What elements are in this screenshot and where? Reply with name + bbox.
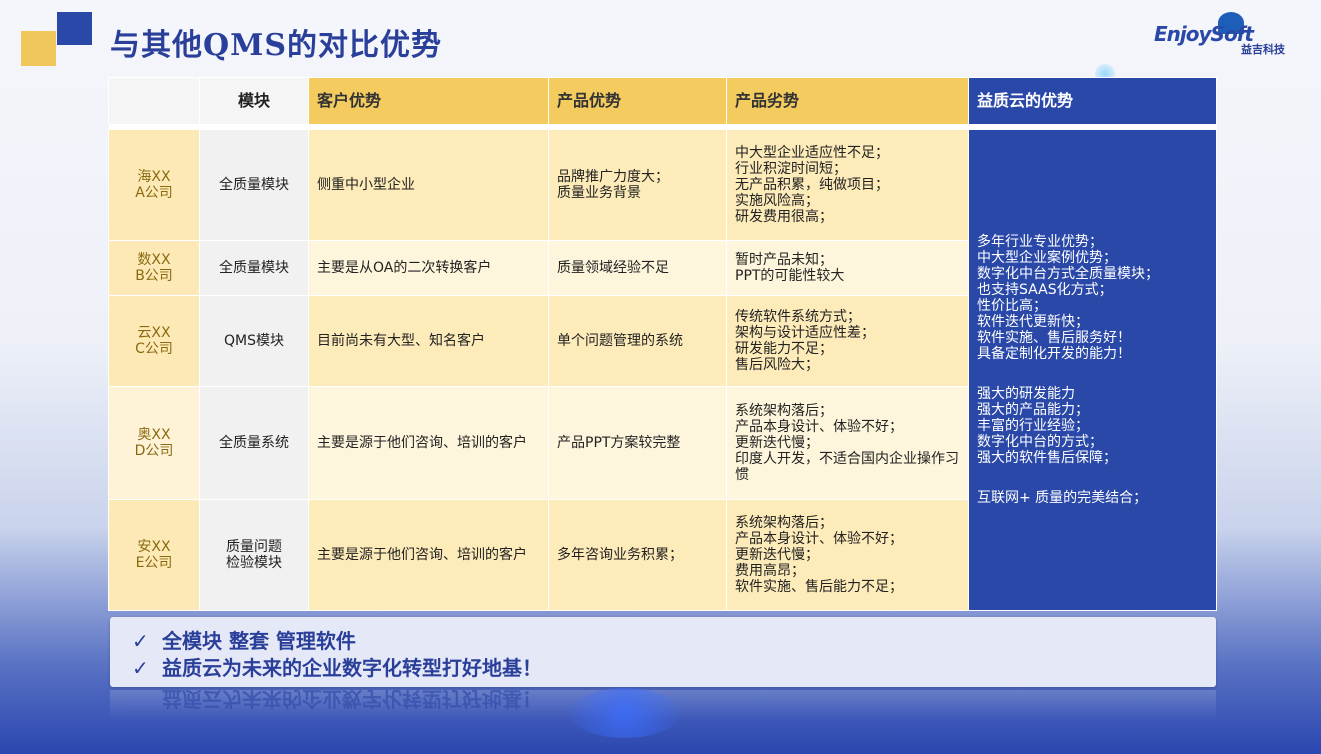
product-advantage-cell: 产品PPT方案较完整 (548, 386, 727, 500)
advantage-item: 软件实施、售后服务好！ (977, 330, 1131, 346)
product-disadvantage-cell: 系统架构落后； 产品本身设计、体验不好； 更新迭代慢； 费用高昂； 软件实施、售后能力不… (726, 499, 969, 611)
summary-item: ✓ 益质云为未来的企业数字化转型打好地基！ (132, 652, 542, 681)
advantage-item: 也支持SAAS化方式； (977, 282, 1113, 298)
comparison-table: 模块 客户优势 产品优势 产品劣势 益质云的优势 海XX A公司 全质量模块 侧重… (108, 77, 1217, 611)
header-product-advantage: 产品优势 (548, 77, 727, 125)
decorative-glow-blob (570, 688, 680, 738)
product-advantage-cell: 单个问题管理的系统 (548, 295, 727, 387)
our-advantage-cell: 多年行业专业优势； 中大型企业案例优势； 数字化中台方式全质量模块； 也支持SA… (968, 129, 1217, 611)
advantage-item: 多年行业专业优势； (977, 234, 1103, 250)
table-row: 海XX A公司 全质量模块 侧重中小型企业 品牌推广力度大； 质量业务背景 中大型企… (108, 129, 1217, 611)
decorative-blue-square (57, 12, 92, 45)
header-customer-advantage: 客户优势 (308, 77, 549, 125)
product-disadvantage-cell: 暂时产品未知； PPT的可能性较大 (726, 240, 969, 296)
company-cell: 奥XX D公司 (108, 386, 200, 500)
advantage-item: 软件迭代更新快； (977, 314, 1089, 330)
company-cell: 安XX E公司 (108, 499, 200, 611)
logo-brand: EnjoySoft (1154, 22, 1254, 46)
product-disadvantage-cell: 传统软件系统方式； 架构与设计适应性差； 研发能力不足； 售后风险大； (726, 295, 969, 387)
advantage-item: 具备定制化开发的能力！ (977, 346, 1131, 362)
customer-cell: 主要是源于他们咨询、培训的客户 (308, 499, 549, 611)
module-cell: 全质量模块 (199, 129, 309, 241)
customer-cell: 主要是源于他们咨询、培训的客户 (308, 386, 549, 500)
product-disadvantage-cell: 中大型企业适应性不足； 行业积淀时间短； 无产品积累，纯做项目； 实施风险高； 研发费用… (726, 129, 969, 241)
header-our-advantage: 益质云的优势 (968, 77, 1217, 125)
company-cell: 云XX C公司 (108, 295, 200, 387)
header-product-disadvantage: 产品劣势 (726, 77, 969, 125)
advantage-item: 性价比高； (977, 298, 1047, 314)
logo-subtitle: 益吉科技 (1241, 43, 1285, 56)
summary-line-2: 益质云为未来的企业数字化转型打好地基！ (162, 656, 542, 680)
customer-cell: 侧重中小型企业 (308, 129, 549, 241)
company-logo: EnjoySoft 益吉科技 (1154, 10, 1289, 58)
product-advantage-cell: 品牌推广力度大； 质量业务背景 (548, 129, 727, 241)
module-cell: 全质量系统 (199, 386, 309, 500)
summary-item: ✓ 全模块 整套 管理软件 (132, 625, 356, 654)
advantage-item: 强大的软件售后保障； (977, 450, 1117, 466)
product-advantage-cell: 多年咨询业务积累； (548, 499, 727, 611)
summary-box: ✓ 全模块 整套 管理软件 ✓ 益质云为未来的企业数字化转型打好地基！ (110, 617, 1216, 687)
product-advantage-cell: 质量领域经验不足 (548, 240, 727, 296)
company-cell: 数XX B公司 (108, 240, 200, 296)
check-icon: ✓ (132, 656, 149, 680)
advantage-item: 强大的研发能力 (977, 386, 1075, 402)
module-cell: 全质量模块 (199, 240, 309, 296)
advantage-item: 中大型企业案例优势； (977, 250, 1117, 266)
module-cell: QMS模块 (199, 295, 309, 387)
advantage-item: 强大的产品能力； (977, 402, 1089, 418)
advantage-item: 数字化中台方式全质量模块； (977, 266, 1159, 282)
header-blank (108, 77, 200, 125)
advantage-item: 互联网+ 质量的完美结合； (977, 490, 1148, 506)
summary-line-1: 全模块 整套 管理软件 (162, 629, 356, 653)
advantage-item: 丰富的行业经验； (977, 418, 1089, 434)
reflection-text: 益质云为未来的企业数字化转型打好地基！ (162, 690, 542, 711)
customer-cell: 主要是从OA的二次转换客户 (308, 240, 549, 296)
page-title: 与其他QMS的对比优势 (110, 28, 443, 63)
advantage-item: 数字化中台的方式； (977, 434, 1103, 450)
module-cell: 质量问题 检验模块 (199, 499, 309, 611)
company-cell: 海XX A公司 (108, 129, 200, 241)
check-icon: ✓ (132, 629, 149, 653)
product-disadvantage-cell: 系统架构落后； 产品本身设计、体验不好； 更新迭代慢； 印度人开发，不适合国内企业操作… (726, 386, 969, 500)
decorative-yellow-square (21, 31, 56, 66)
header-module: 模块 (199, 77, 309, 125)
table-body: 海XX A公司 全质量模块 侧重中小型企业 品牌推广力度大； 质量业务背景 中大型企… (108, 129, 1217, 611)
customer-cell: 目前尚未有大型、知名客户 (308, 295, 549, 387)
